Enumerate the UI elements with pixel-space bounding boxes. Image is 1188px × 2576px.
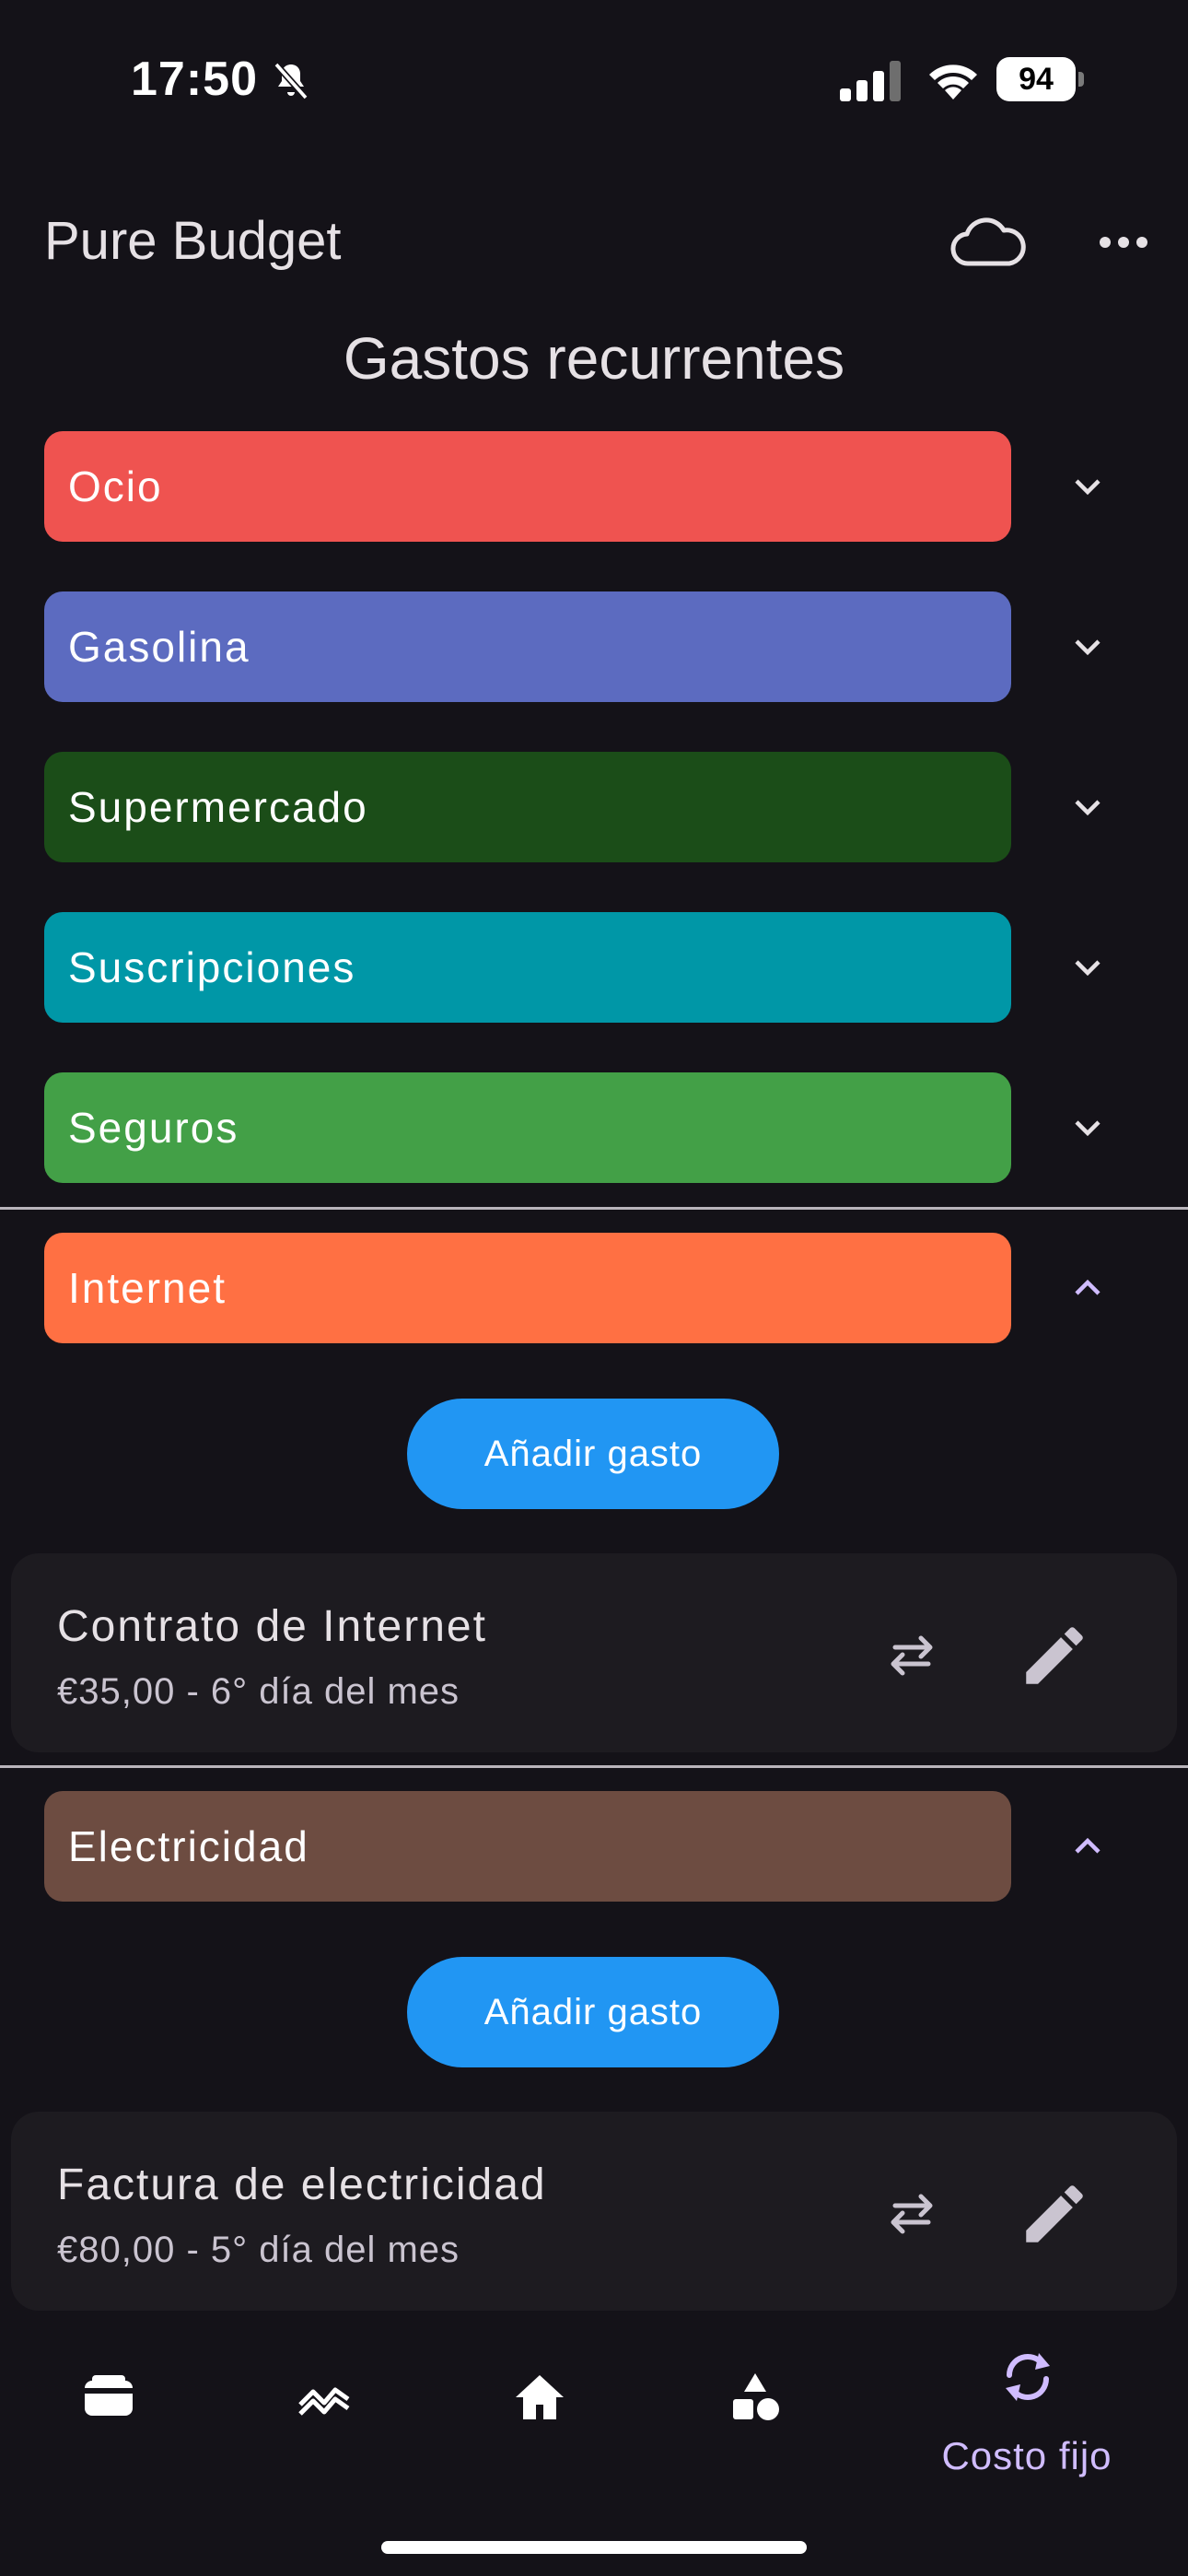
bell-muted-icon xyxy=(274,62,309,100)
chevron-down-icon[interactable] xyxy=(1061,1101,1114,1154)
chevron-down-icon[interactable] xyxy=(1061,941,1114,994)
shapes-icon xyxy=(733,2373,779,2420)
category-label: Electricidad xyxy=(68,1822,309,1870)
chevron-down-icon[interactable] xyxy=(1061,460,1114,513)
category-label: Suscripciones xyxy=(68,943,356,991)
battery-level: 94 xyxy=(996,57,1076,101)
category-label: Supermercado xyxy=(68,783,368,831)
chevron-up-icon[interactable] xyxy=(1061,1820,1114,1873)
bottom-navigation: Costo fijo xyxy=(0,2331,1188,2515)
expense-card-internet[interactable]: Contrato de Internet €35,00 - 6° día del… xyxy=(11,1553,1177,1752)
category-suscripciones[interactable]: Suscripciones xyxy=(44,912,1011,1023)
status-bar: 17:50 94 xyxy=(0,0,1188,157)
home-indicator xyxy=(381,2541,807,2554)
screen: 17:50 94 Pure Budget Gastos recurrentes … xyxy=(0,0,1188,2576)
category-supermercado[interactable]: Supermercado xyxy=(44,752,1011,862)
category-ocio[interactable]: Ocio xyxy=(44,431,1011,542)
nav-trend[interactable] xyxy=(267,2331,378,2469)
sync-icon xyxy=(1006,2353,1050,2401)
swap-icon[interactable] xyxy=(877,2178,947,2248)
page-heading: Gastos recurrentes xyxy=(343,325,845,392)
chevron-down-icon[interactable] xyxy=(1061,780,1114,834)
edit-icon[interactable] xyxy=(1017,2176,1092,2252)
nav-categories[interactable] xyxy=(698,2331,809,2469)
category-label: Seguros xyxy=(68,1104,239,1152)
category-label: Gasolina xyxy=(68,623,250,671)
nav-label-fixed-cost: Costo fijo xyxy=(941,2434,1112,2477)
cloud-icon[interactable] xyxy=(949,210,1028,275)
category-label: Internet xyxy=(68,1264,227,1312)
signal-icon xyxy=(840,61,901,101)
category-gasolina[interactable]: Gasolina xyxy=(44,591,1011,702)
expense-detail: €35,00 - 6° día del mes xyxy=(57,1671,460,1712)
app-title: Pure Budget xyxy=(44,211,342,271)
trend-icon xyxy=(298,2387,350,2416)
category-internet[interactable]: Internet xyxy=(44,1233,1011,1343)
expense-detail: €80,00 - 5° día del mes xyxy=(57,2230,460,2270)
category-electricidad[interactable]: Electricidad xyxy=(44,1791,1011,1902)
category-seguros[interactable]: Seguros xyxy=(44,1072,1011,1183)
expense-card-electricidad[interactable]: Factura de electricidad €80,00 - 5° día … xyxy=(11,2112,1177,2311)
expense-name: Contrato de Internet xyxy=(57,1602,487,1651)
home-icon xyxy=(516,2375,564,2419)
battery-cap xyxy=(1078,72,1084,87)
section-divider xyxy=(0,1765,1188,1768)
more-icon[interactable] xyxy=(1087,210,1160,275)
chevron-up-icon[interactable] xyxy=(1061,1261,1114,1315)
swap-icon[interactable] xyxy=(877,1620,947,1690)
expense-name: Factura de electricidad xyxy=(57,2160,547,2209)
status-time: 17:50 xyxy=(131,53,258,106)
battery-indicator: 94 xyxy=(996,57,1085,101)
section-divider xyxy=(0,1207,1188,1210)
wallet-icon xyxy=(85,2375,133,2416)
chevron-down-icon[interactable] xyxy=(1061,620,1114,673)
add-expense-button[interactable]: Añadir gasto xyxy=(407,1957,779,2067)
category-label: Ocio xyxy=(68,463,163,510)
wifi-icon xyxy=(929,64,977,100)
nav-home[interactable] xyxy=(483,2331,593,2469)
edit-icon[interactable] xyxy=(1017,1618,1092,1693)
nav-wallet[interactable] xyxy=(52,2331,162,2469)
add-expense-button[interactable]: Añadir gasto xyxy=(407,1399,779,1509)
